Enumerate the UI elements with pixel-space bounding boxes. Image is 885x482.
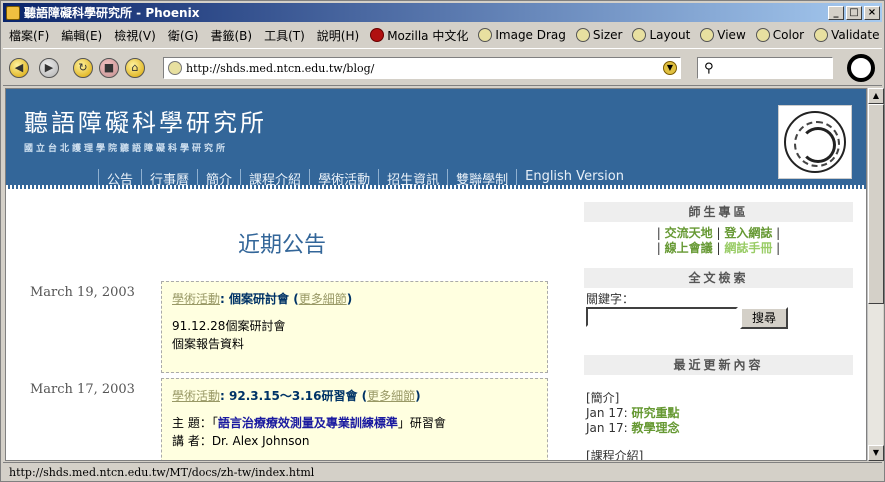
entry-header: 學術活動: 個案研討會 (更多細節) bbox=[172, 292, 353, 306]
entry-theme-highlight: 語言治療療效測量及專業訓練標準 bbox=[217, 416, 398, 430]
menu-sizer[interactable]: Sizer bbox=[571, 28, 628, 42]
entry-more-link[interactable]: 更多細節 bbox=[367, 389, 415, 403]
sidebar-links-row: | 交流天地 | 登入網誌 | bbox=[656, 226, 781, 240]
entry-date: March 19, 2003 bbox=[30, 285, 135, 300]
menu-help[interactable]: 說明(H) bbox=[311, 27, 365, 44]
url-bar[interactable]: http://shds.med.ntcn.edu.tw/blog/ ▼ bbox=[163, 57, 681, 79]
stop-icon: ■ bbox=[103, 61, 115, 74]
close-button[interactable]: × bbox=[864, 5, 880, 20]
recent-link[interactable]: 研究重點 bbox=[631, 406, 679, 420]
entry-line: 個案報告資料 bbox=[172, 337, 245, 351]
throbber-icon bbox=[847, 54, 875, 82]
scroll-down-button[interactable]: ▼ bbox=[868, 445, 884, 461]
toolbar-search-input[interactable]: ⚲ bbox=[697, 57, 833, 79]
extension-icon bbox=[575, 28, 590, 42]
browser-window: 聽語障礙科學研究所 - Phoenix _ □ × 檔案(F) 編輯(E) 檢視… bbox=[0, 0, 885, 482]
extension-icon bbox=[814, 28, 829, 42]
keyword-label: 關鍵字： bbox=[586, 292, 635, 306]
extension-icon bbox=[700, 28, 715, 42]
vertical-scrollbar[interactable]: ▲ ▼ bbox=[867, 88, 884, 461]
sidebar-heading-recent: 最近更新內容 bbox=[584, 355, 853, 375]
url-dropdown-button[interactable]: ▼ bbox=[663, 61, 677, 75]
home-button[interactable]: ⌂ bbox=[125, 58, 145, 78]
menu-bookmarks[interactable]: 書籤(B) bbox=[204, 27, 258, 44]
menu-tools[interactable]: 工具(T) bbox=[258, 27, 311, 44]
menu-validate[interactable]: Validate bbox=[809, 28, 884, 42]
keyword-input[interactable] bbox=[586, 307, 738, 327]
url-text[interactable]: http://shds.med.ntcn.edu.tw/blog/ bbox=[186, 62, 663, 75]
status-text: http://shds.med.ntcn.edu.tw/MT/docs/zh-t… bbox=[9, 465, 315, 479]
menu-mozilla-zh[interactable]: Mozilla 中文化 bbox=[365, 27, 473, 44]
page-title: 近期公告 bbox=[238, 233, 327, 258]
link-login-blog[interactable]: 登入網誌 bbox=[724, 226, 772, 240]
forward-button[interactable]: ▶ bbox=[39, 58, 59, 78]
maximize-button[interactable]: □ bbox=[846, 5, 862, 20]
title-bar: 聽語障礙科學研究所 - Phoenix _ □ × bbox=[3, 3, 882, 22]
site-subtitle: 國立台北護理學院聽語障礙科學研究所 bbox=[24, 144, 229, 154]
reload-button[interactable]: ↻ bbox=[73, 58, 93, 78]
home-icon: ⌂ bbox=[131, 61, 139, 74]
sidebar-heading-search: 全文檢索 bbox=[584, 268, 853, 288]
window-title: 聽語障礙科學研究所 - Phoenix bbox=[24, 6, 200, 20]
entry-header: 學術活動: 92.3.15～3.16研習會 (更多細節) bbox=[172, 389, 421, 403]
back-arrow-icon: ◀ bbox=[14, 61, 24, 74]
stop-button[interactable]: ■ bbox=[99, 58, 119, 78]
header-dotted-border bbox=[6, 185, 866, 189]
minimize-button[interactable]: _ bbox=[828, 5, 844, 20]
menu-color[interactable]: Color bbox=[751, 28, 809, 42]
entry-category-link[interactable]: 學術活動 bbox=[172, 292, 220, 306]
page-icon bbox=[168, 61, 182, 75]
back-button[interactable]: ◀ bbox=[9, 58, 29, 78]
mozilla-dino-icon bbox=[370, 28, 385, 42]
menu-view-ext[interactable]: View bbox=[695, 28, 750, 42]
link-blog-manual[interactable]: 網誌手冊 bbox=[724, 241, 772, 255]
entry-title: 個案研討會 bbox=[229, 292, 290, 306]
menu-view[interactable]: 檢視(V) bbox=[108, 27, 162, 44]
menu-image-drag[interactable]: Image Drag bbox=[473, 28, 571, 42]
search-icon: ⚲ bbox=[704, 61, 714, 76]
reload-icon: ↻ bbox=[78, 61, 88, 74]
scroll-thumb[interactable] bbox=[868, 104, 884, 304]
page-viewport: 聽語障礙科學研究所 國立台北護理學院聽語障礙科學研究所 公告 行事曆 簡介 課程… bbox=[5, 88, 867, 461]
sidebar-links-row: | 線上會議 | 網誌手冊 | bbox=[656, 241, 781, 255]
logo-seal-icon bbox=[784, 111, 846, 173]
recent-item: Jan 17: 教學理念 bbox=[586, 421, 680, 435]
menu-file[interactable]: 檔案(F) bbox=[3, 27, 55, 44]
institute-logo bbox=[778, 105, 852, 179]
menu-edit[interactable]: 編輯(E) bbox=[55, 27, 108, 44]
link-forum[interactable]: 交流天地 bbox=[665, 226, 713, 240]
site-title: 聽語障礙科學研究所 bbox=[24, 109, 267, 137]
entry-theme-line: 主 題：「語言治療療效測量及專業訓練標準」研習會 bbox=[172, 416, 446, 430]
recent-group: [課程介紹] bbox=[586, 449, 644, 461]
menu-go[interactable]: 衛(G) bbox=[162, 27, 205, 44]
search-button[interactable]: 搜尋 bbox=[740, 307, 788, 329]
entry-more-link[interactable]: 更多細節 bbox=[299, 292, 347, 306]
entry-speaker-line: 講 者：Dr. Alex Johnson bbox=[172, 434, 310, 448]
entry-category-link[interactable]: 學術活動 bbox=[172, 389, 220, 403]
forward-arrow-icon: ▶ bbox=[44, 61, 54, 74]
extension-icon bbox=[755, 28, 770, 42]
entry-line: 91.12.28個案研討會 bbox=[172, 319, 286, 333]
status-bar: http://shds.med.ntcn.edu.tw/MT/docs/zh-t… bbox=[3, 462, 882, 481]
phoenix-app-icon bbox=[6, 5, 20, 20]
recent-group: [簡介] bbox=[586, 391, 620, 405]
scroll-up-button[interactable]: ▲ bbox=[868, 88, 884, 104]
entry-date: March 17, 2003 bbox=[30, 382, 135, 397]
menu-layout[interactable]: Layout bbox=[627, 28, 695, 42]
entry-box: 學術活動: 個案研討會 (更多細節) 91.12.28個案研討會 個案報告資料 bbox=[161, 281, 548, 373]
link-online-meeting[interactable]: 線上會議 bbox=[665, 241, 713, 255]
recent-link[interactable]: 教學理念 bbox=[631, 421, 679, 435]
entry-title: 92.3.15～3.16研習會 bbox=[229, 389, 358, 403]
extension-icon bbox=[632, 28, 647, 42]
entry-box: 學術活動: 92.3.15～3.16研習會 (更多細節) 主 題：「語言治療療效… bbox=[161, 378, 548, 460]
menu-bar: 檔案(F) 編輯(E) 檢視(V) 衛(G) 書籤(B) 工具(T) 說明(H)… bbox=[3, 24, 882, 46]
site-header: 聽語障礙科學研究所 國立台北護理學院聽語障礙科學研究所 公告 行事曆 簡介 課程… bbox=[6, 89, 866, 189]
sidebar-heading-members: 師生專區 bbox=[584, 202, 853, 222]
extension-icon bbox=[478, 28, 493, 42]
navigation-toolbar: ◀ ▶ ↻ ■ ⌂ http://shds.med.ntcn.edu.tw/bl… bbox=[3, 48, 882, 86]
recent-item: Jan 17: 研究重點 bbox=[586, 406, 680, 420]
